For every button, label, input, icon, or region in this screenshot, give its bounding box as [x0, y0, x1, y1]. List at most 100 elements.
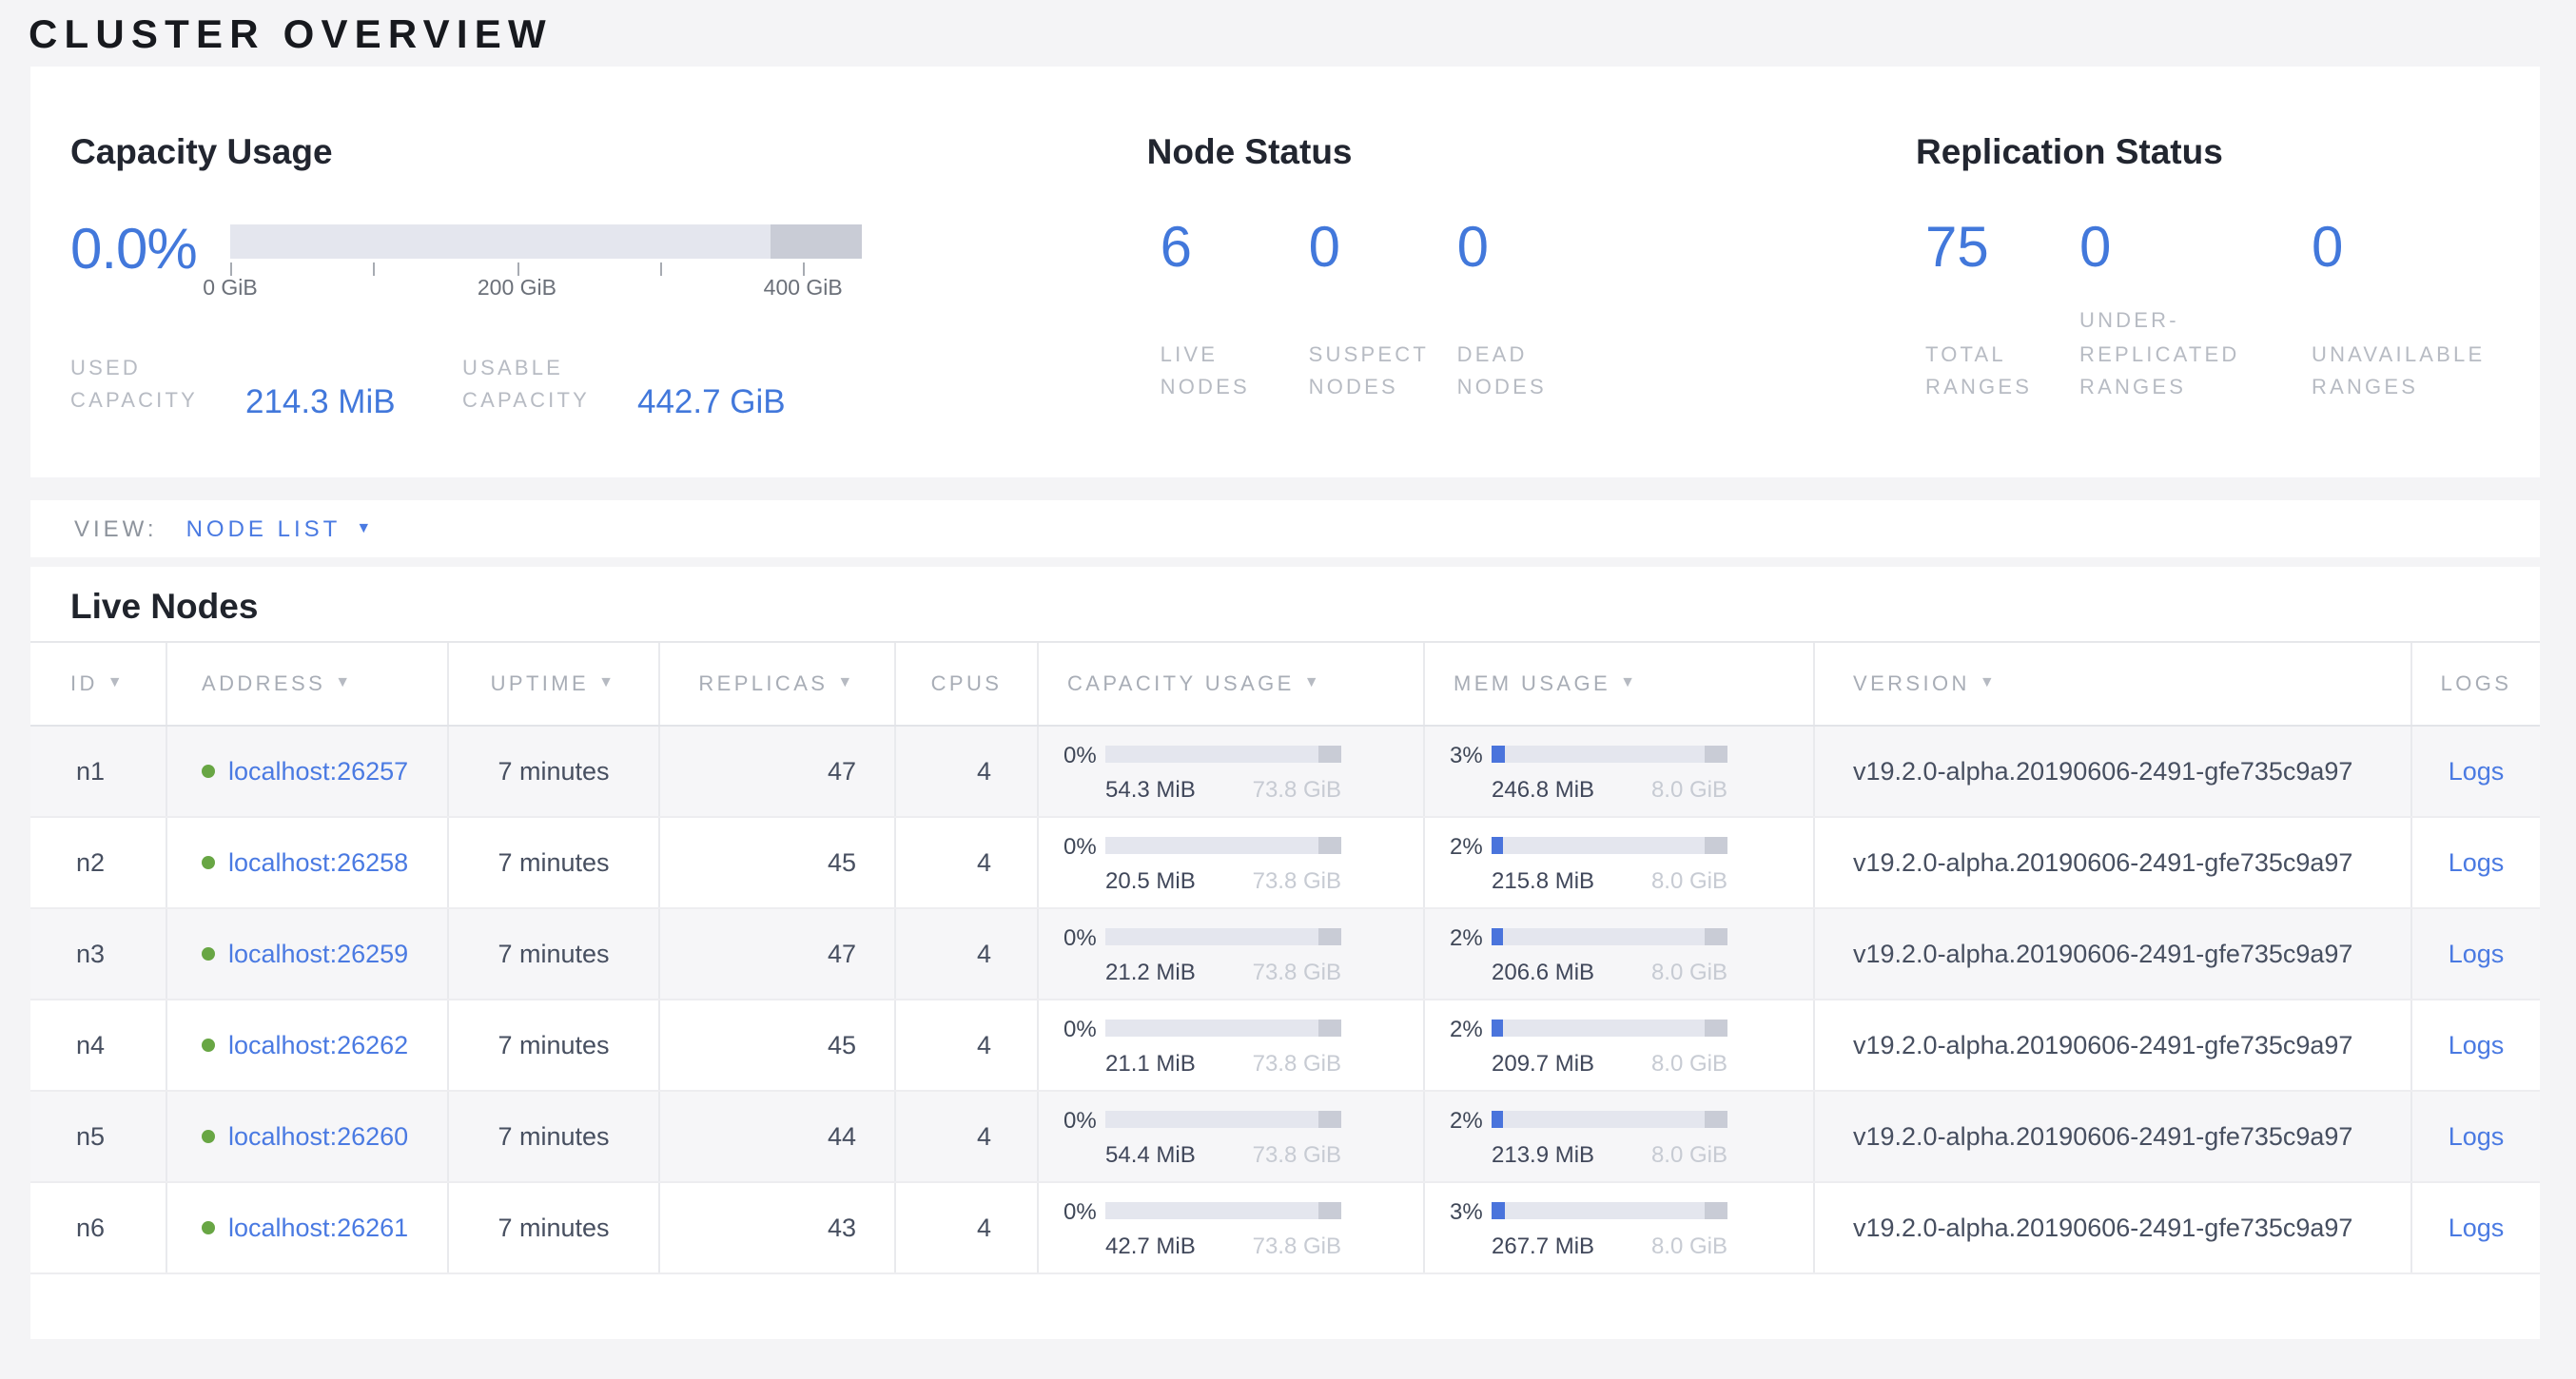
node-address-link[interactable]: localhost:26261 — [228, 1214, 408, 1242]
table-row: n2localhost:262587 minutes4540%20.5 MiB7… — [30, 818, 2540, 909]
live-nodes-title: Live Nodes — [30, 567, 2540, 641]
capacity-gauge-bar — [230, 223, 862, 258]
usage-bar — [1492, 1111, 1727, 1128]
table-row: n6localhost:262617 minutes4340%42.7 MiB7… — [30, 1183, 2540, 1274]
usage-percent-label: 2% — [1450, 1106, 1492, 1133]
nodes-table-body: n1localhost:262577 minutes4740%54.3 MiB7… — [30, 727, 2540, 1274]
usage-bar — [1105, 1020, 1341, 1037]
node-capacity-cell: 0%54.4 MiB73.8 GiB — [1039, 1092, 1425, 1181]
column-header-address[interactable]: ADDRESS▼ — [167, 643, 449, 725]
mem-usage-meter: 2%213.9 MiB8.0 GiB — [1450, 1106, 1727, 1167]
usage-used-value: 42.7 MiB — [1105, 1232, 1196, 1258]
node-cpus-cell: 4 — [896, 909, 1039, 999]
usage-total-value: 73.8 GiB — [1253, 1140, 1341, 1167]
usage-bar-dark-segment — [1704, 1020, 1727, 1037]
page-title: CLUSTER OVERVIEW — [0, 0, 2576, 57]
column-header-label: UPTIME — [491, 672, 590, 695]
summary-card: Capacity Usage 0.0% 0 GiB200 GiB400 GiB … — [30, 67, 2540, 477]
node-address-cell: localhost:26260 — [167, 1092, 449, 1181]
capacity-gauge-axis-labels: 0 GiB200 GiB400 GiB — [230, 277, 862, 303]
sort-caret-icon: ▼ — [107, 673, 126, 690]
usage-total-value: 73.8 GiB — [1253, 775, 1341, 802]
stat-label: SUSPECT NODES — [1309, 340, 1434, 404]
node-replicas-cell: 44 — [660, 1092, 896, 1181]
usage-percent-label: 0% — [1064, 923, 1105, 950]
usage-used-value: 54.4 MiB — [1105, 1140, 1196, 1167]
usage-bar-dark-segment — [1317, 928, 1341, 945]
usage-total-value: 73.8 GiB — [1253, 1049, 1341, 1076]
column-header-capacity-usage[interactable]: CAPACITY USAGE▼ — [1039, 643, 1425, 725]
node-logs-cell: Logs — [2412, 1000, 2540, 1090]
usage-bar-fill — [1492, 1202, 1506, 1219]
capacity-usage-meter: 0%42.7 MiB73.8 GiB — [1064, 1197, 1341, 1258]
node-replicas-cell: 45 — [660, 818, 896, 907]
nodes-table-header: ID▼ADDRESS▼UPTIME▼REPLICAS▼CPUSCAPACITY … — [30, 641, 2540, 727]
node-uptime-cell: 7 minutes — [449, 1183, 660, 1272]
usage-bar-fill — [1492, 1020, 1502, 1037]
column-header-replicas[interactable]: REPLICAS▼ — [660, 643, 896, 725]
stat-label: DEAD NODES — [1457, 340, 1583, 404]
usage-bar — [1105, 928, 1341, 945]
node-uptime-cell: 7 minutes — [449, 909, 660, 999]
usage-bar — [1105, 1111, 1341, 1128]
capacity-usage-meter: 0%21.2 MiB73.8 GiB — [1064, 923, 1341, 984]
node-version-cell: v19.2.0-alpha.20190606-2491-gfe735c9a97 — [1815, 1092, 2412, 1181]
column-header-label: REPLICAS — [698, 672, 828, 695]
axis-tick — [517, 262, 518, 275]
view-bar: VIEW: NODE LIST ▼ — [30, 500, 2540, 557]
usage-bar-dark-segment — [1704, 1111, 1727, 1128]
view-label: VIEW: — [74, 515, 158, 542]
capacity-gauge-row: 0.0% 0 GiB200 GiB400 GiB — [70, 222, 1147, 303]
live-status-dot-icon — [202, 1130, 215, 1143]
axis-tick — [803, 262, 805, 275]
stat-label: TOTAL RANGES — [1925, 340, 2051, 404]
node-address-link[interactable]: localhost:26262 — [228, 1031, 408, 1059]
usage-bar-dark-segment — [1704, 928, 1727, 945]
node-mem-cell: 3%246.8 MiB8.0 GiB — [1425, 727, 1815, 816]
node-logs-link[interactable]: Logs — [2449, 757, 2505, 786]
table-row: n1localhost:262577 minutes4740%54.3 MiB7… — [30, 727, 2540, 818]
replication-status-stats: 75TOTAL RANGES0UNDER-REPLICATED RANGES0U… — [1916, 220, 2540, 404]
node-address-link[interactable]: localhost:26258 — [228, 848, 408, 877]
node-capacity-cell: 0%21.2 MiB73.8 GiB — [1039, 909, 1425, 999]
usage-percent-label: 2% — [1450, 832, 1492, 859]
node-address-link[interactable]: localhost:26259 — [228, 940, 408, 968]
column-header-id[interactable]: ID▼ — [30, 643, 167, 725]
node-logs-link[interactable]: Logs — [2449, 848, 2505, 877]
column-header-version[interactable]: VERSION▼ — [1815, 643, 2412, 725]
live-nodes-card: Live Nodes ID▼ADDRESS▼UPTIME▼REPLICAS▼CP… — [30, 567, 2540, 1339]
node-status-title: Node Status — [1147, 135, 1916, 170]
node-address-link[interactable]: localhost:26260 — [228, 1122, 408, 1151]
node-capacity-cell: 0%42.7 MiB73.8 GiB — [1039, 1183, 1425, 1272]
column-header-mem-usage[interactable]: MEM USAGE▼ — [1425, 643, 1815, 725]
mem-usage-meter: 2%209.7 MiB8.0 GiB — [1450, 1015, 1727, 1076]
node-id-cell: n2 — [30, 818, 167, 907]
node-mem-cell: 3%267.7 MiB8.0 GiB — [1425, 1183, 1815, 1272]
node-cpus-cell: 4 — [896, 818, 1039, 907]
node-logs-link[interactable]: Logs — [2449, 1214, 2505, 1242]
column-header-uptime[interactable]: UPTIME▼ — [449, 643, 660, 725]
stat-value: 214.3 MiB — [245, 381, 396, 421]
usage-total-value: 8.0 GiB — [1651, 866, 1727, 893]
stat-value: 0 — [1457, 220, 1606, 277]
node-uptime-cell: 7 minutes — [449, 1000, 660, 1090]
node-replicas-cell: 47 — [660, 727, 896, 816]
table-row: n5localhost:262607 minutes4440%54.4 MiB7… — [30, 1092, 2540, 1183]
node-replicas-cell: 45 — [660, 1000, 896, 1090]
node-logs-cell: Logs — [2412, 1092, 2540, 1181]
node-version-cell: v19.2.0-alpha.20190606-2491-gfe735c9a97 — [1815, 727, 2412, 816]
table-row: n4localhost:262627 minutes4540%21.1 MiB7… — [30, 1000, 2540, 1092]
node-address-link[interactable]: localhost:26257 — [228, 757, 408, 786]
mem-usage-meter: 3%267.7 MiB8.0 GiB — [1450, 1197, 1727, 1258]
node-replicas-cell: 43 — [660, 1183, 896, 1272]
usage-bar — [1492, 928, 1727, 945]
view-dropdown[interactable]: NODE LIST ▼ — [186, 515, 372, 542]
node-mem-cell: 2%213.9 MiB8.0 GiB — [1425, 1092, 1815, 1181]
capacity-usage-title: Capacity Usage — [70, 135, 1147, 170]
node-logs-link[interactable]: Logs — [2449, 1031, 2505, 1059]
node-logs-link[interactable]: Logs — [2449, 940, 2505, 968]
node-id-cell: n3 — [30, 909, 167, 999]
node-logs-link[interactable]: Logs — [2449, 1122, 2505, 1151]
summary-stat: 0UNAVAILABLE RANGES — [2312, 220, 2540, 404]
capacity-usage-meter: 0%54.4 MiB73.8 GiB — [1064, 1106, 1341, 1167]
